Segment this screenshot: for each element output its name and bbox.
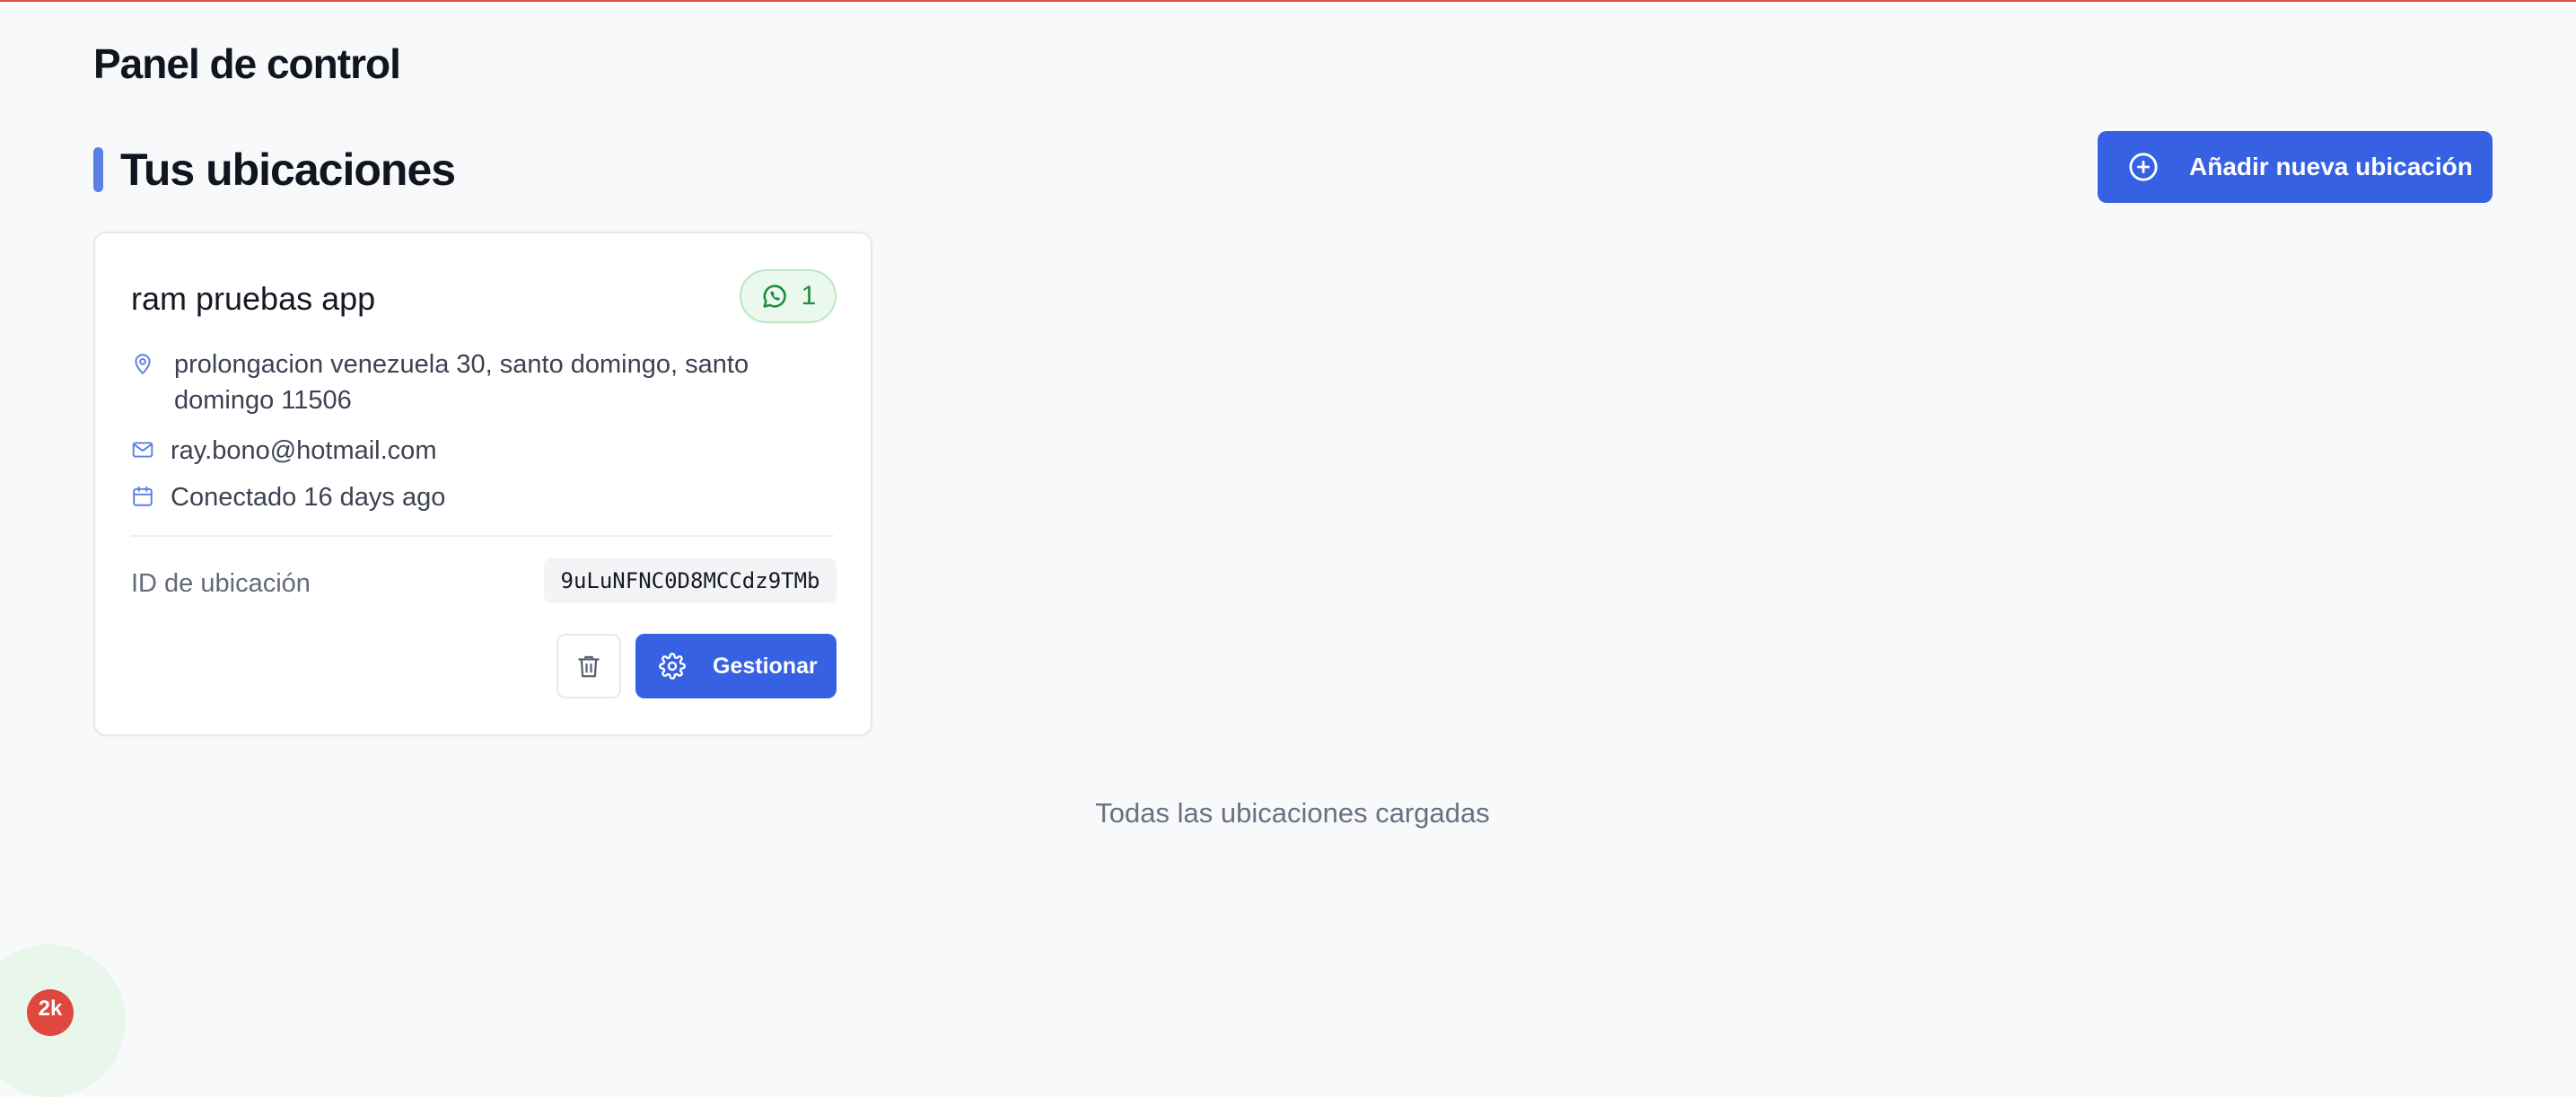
location-id-label: ID de ubicación [131, 569, 311, 598]
address-line-1: prolongacion venezuela 30, santo domingo… [174, 350, 749, 379]
calendar-icon [131, 483, 154, 510]
mail-icon [131, 436, 154, 463]
whatsapp-badge[interactable]: 1 [740, 269, 837, 323]
card-divider [131, 535, 835, 537]
manage-location-button[interactable]: Gestionar [635, 634, 837, 698]
location-id-value[interactable]: 9uLuNFNC0D8MCCdz9TMb [544, 558, 837, 603]
location-name: ram pruebas app [131, 280, 376, 317]
section-header: Tus ubicaciones [93, 144, 456, 196]
section-title: Tus ubicaciones [120, 145, 456, 195]
whatsapp-icon [760, 282, 789, 311]
connected-text: Conectado 16 days ago [171, 483, 446, 512]
top-accent-line [0, 0, 2576, 2]
trash-icon [575, 653, 602, 680]
email-text: ray.bono@hotmail.com [171, 436, 437, 465]
location-card: ram pruebas app 1 prolongacion venezuela… [93, 232, 872, 736]
add-location-label: Añadir nueva ubicación [2189, 153, 2473, 180]
page-title: Panel de control [93, 40, 401, 87]
chat-widget-badge: 2k [27, 989, 74, 1036]
manage-label: Gestionar [713, 653, 818, 679]
address-text: prolongacion venezuela 30, santo domingo… [174, 347, 749, 418]
section-accent-bar [93, 147, 103, 192]
map-pin-icon [131, 350, 154, 377]
plus-circle-icon [2128, 152, 2159, 182]
delete-location-button[interactable] [556, 634, 621, 698]
email-row: ray.bono@hotmail.com [131, 433, 436, 469]
address-row: prolongacion venezuela 30, santo domingo… [131, 347, 813, 418]
all-locations-loaded-label: Todas las ubicaciones cargadas [1095, 797, 1490, 829]
all-locations-loaded-text: Todas las ubicaciones cargadas [0, 797, 2576, 829]
gear-icon [659, 653, 686, 680]
address-line-2: domingo 11506 [174, 386, 352, 415]
add-location-button[interactable]: Añadir nueva ubicación [2098, 131, 2493, 203]
whatsapp-count: 1 [801, 281, 817, 311]
connected-row: Conectado 16 days ago [131, 479, 445, 515]
